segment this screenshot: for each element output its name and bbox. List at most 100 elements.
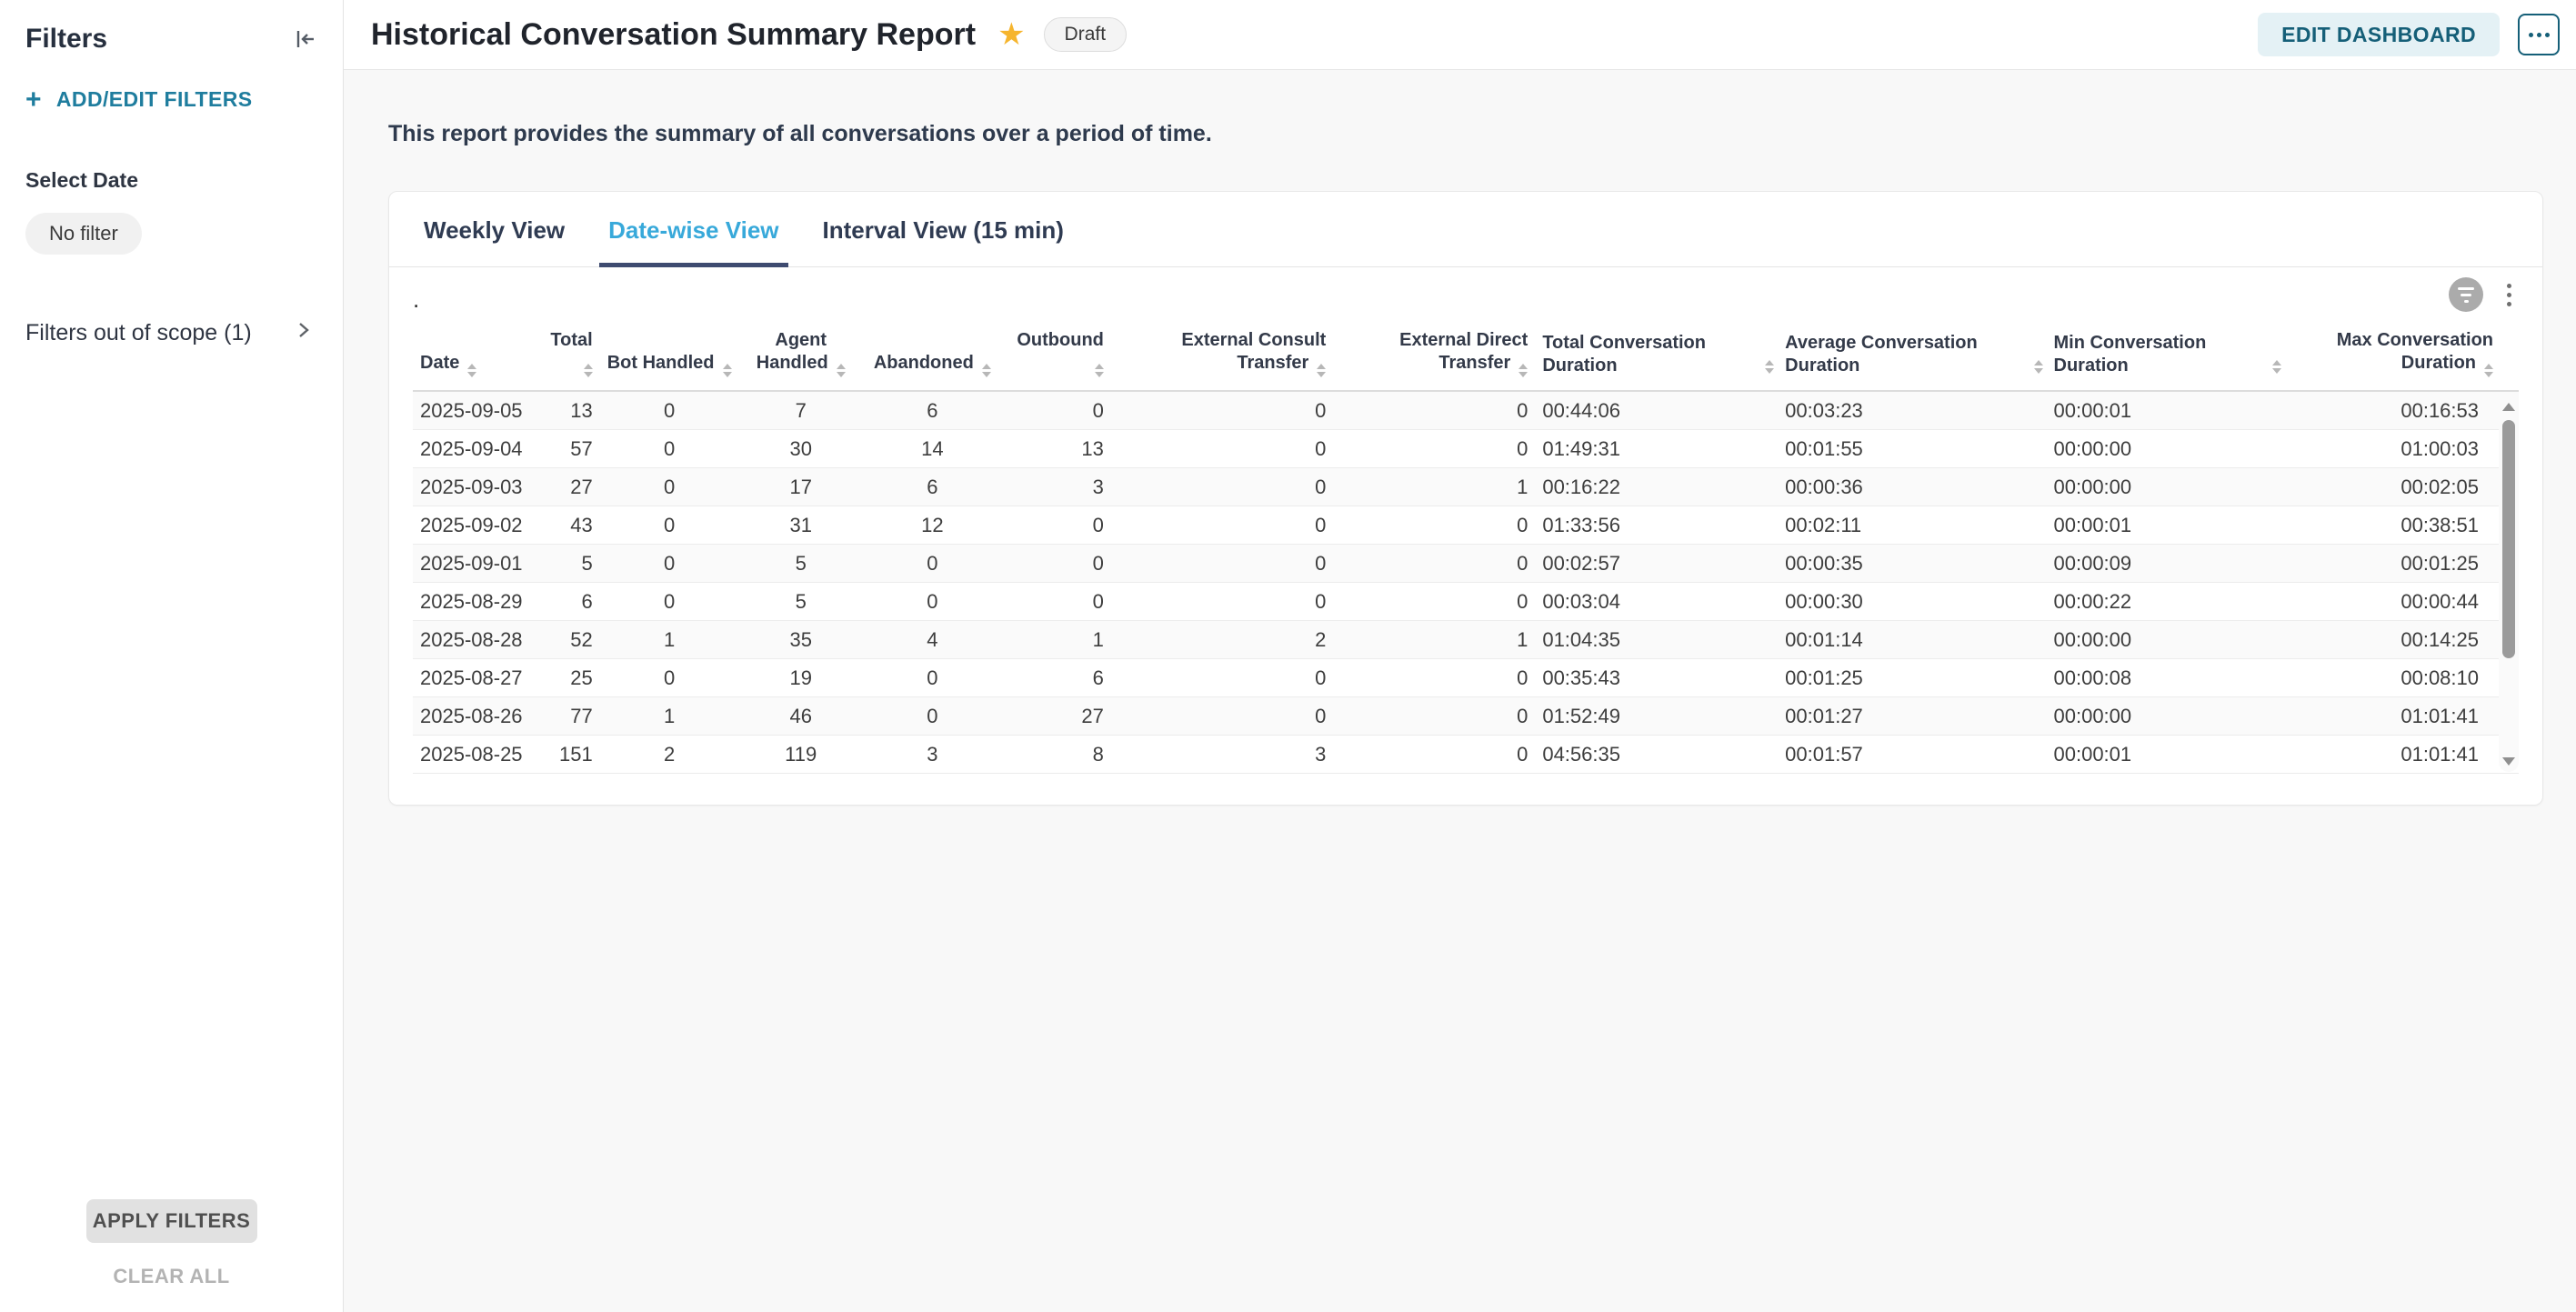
table-cell: 0 <box>1111 583 1333 621</box>
sort-icon[interactable] <box>584 364 593 377</box>
filters-out-of-scope-row[interactable]: Filters out of scope (1) <box>25 318 317 348</box>
table-cell: 0 <box>863 583 1002 621</box>
sort-icon[interactable] <box>467 364 476 377</box>
sidebar-title: Filters <box>25 24 107 55</box>
column-header-total[interactable]: Total <box>543 322 600 391</box>
edit-dashboard-button[interactable]: EDIT DASHBOARD <box>2258 13 2500 56</box>
table-cell: 01:04:35 <box>1535 621 1778 659</box>
table-row: 2025-09-051307600000:44:0600:03:2300:00:… <box>413 391 2519 430</box>
sort-icon[interactable] <box>1095 364 1104 377</box>
column-header-label: Agent Handled <box>757 330 828 373</box>
favorite-star-icon[interactable]: ★ <box>997 19 1025 50</box>
table-cell: 25 <box>543 659 600 697</box>
column-header-external-direct-transfer[interactable]: External Direct Transfer <box>1333 322 1535 391</box>
table-cell: 0 <box>600 583 739 621</box>
table-cell: 00:16:53 <box>2285 391 2519 430</box>
column-header-average-conversation-duration[interactable]: Average Conversation Duration <box>1778 322 2046 391</box>
table-cell: 46 <box>738 697 862 736</box>
table-cell: 0 <box>1111 506 1333 545</box>
sort-icon[interactable] <box>1765 360 1774 374</box>
table-cell: 00:00:44 <box>2285 583 2519 621</box>
table-cell: 00:00:01 <box>2047 736 2286 774</box>
main-column: Historical Conversation Summary Report ★… <box>344 0 2576 1312</box>
more-options-button[interactable] <box>2518 14 2560 55</box>
stray-dot-text: . <box>413 285 419 314</box>
column-header-total-conversation-duration[interactable]: Total Conversation Duration <box>1535 322 1778 391</box>
table-menu-kebab-icon[interactable] <box>2503 280 2515 310</box>
scroll-down-arrow-icon[interactable] <box>2502 757 2515 766</box>
table-cell: 5 <box>738 583 862 621</box>
sort-icon[interactable] <box>2484 364 2493 377</box>
table-cell: 6 <box>1002 659 1111 697</box>
table-cell: 13 <box>1002 430 1111 468</box>
sort-icon[interactable] <box>2272 360 2281 374</box>
column-header-max-conversation-duration[interactable]: Max Conversation Duration <box>2285 322 2519 391</box>
table-cell: 00:00:01 <box>2047 391 2286 430</box>
table-cell: 2025-09-05 <box>413 391 543 430</box>
table-cell: 00:00:30 <box>1778 583 2046 621</box>
column-header-date[interactable]: Date <box>413 322 543 391</box>
no-filter-chip[interactable]: No filter <box>25 213 142 255</box>
table-cell: 35 <box>738 621 862 659</box>
tab-weekly-view[interactable]: Weekly View <box>415 192 574 267</box>
table-row: 2025-09-0327017630100:16:2200:00:3600:00… <box>413 468 2519 506</box>
vertical-scrollbar[interactable] <box>2499 396 2519 772</box>
table-header-row: Date Total Bot Handled Agent Handled Abandon… <box>413 322 2519 391</box>
sort-icon[interactable] <box>837 364 846 377</box>
column-header-min-conversation-duration[interactable]: Min Conversation Duration <box>2047 322 2286 391</box>
table-cell: 2 <box>1111 621 1333 659</box>
table-row: 2025-08-29605000000:03:0400:00:3000:00:2… <box>413 583 2519 621</box>
column-header-agent-handled[interactable]: Agent Handled <box>738 322 862 391</box>
table-cell: 0 <box>1111 697 1333 736</box>
table-cell: 0 <box>1333 583 1535 621</box>
table-cell: 0 <box>1333 391 1535 430</box>
add-edit-filters-label: ADD/EDIT FILTERS <box>56 87 253 112</box>
tab-interval-view-15-min[interactable]: Interval View (15 min) <box>814 192 1073 267</box>
apply-filters-button[interactable]: APPLY FILTERS <box>86 1199 257 1243</box>
table-cell: 00:00:01 <box>2047 506 2286 545</box>
scroll-up-arrow-icon[interactable] <box>2502 403 2515 411</box>
table-cell: 1 <box>600 697 739 736</box>
column-header-abandoned[interactable]: Abandoned <box>863 322 1002 391</box>
table-cell: 4 <box>863 621 1002 659</box>
column-header-label: Min Conversation Duration <box>2054 333 2207 376</box>
filters-sidebar: Filters + ADD/EDIT FILTERS Select Date N… <box>0 0 344 1312</box>
filters-out-of-scope-label: Filters out of scope (1) <box>25 320 252 346</box>
column-header-label: External Direct Transfer <box>1399 330 1528 373</box>
table-cell: 00:44:06 <box>1535 391 1778 430</box>
table-cell: 1 <box>1333 621 1535 659</box>
tab-date-wise-view[interactable]: Date-wise View <box>599 192 787 267</box>
table-filter-icon[interactable] <box>2449 277 2483 312</box>
table-row: 2025-09-01505000000:02:5700:00:3500:00:0… <box>413 545 2519 583</box>
column-header-outbound[interactable]: Outbound <box>1002 322 1111 391</box>
column-header-bot-handled[interactable]: Bot Handled <box>600 322 739 391</box>
sort-icon[interactable] <box>1317 364 1326 377</box>
column-header-label: Total <box>550 330 592 350</box>
table-cell: 00:14:25 <box>2285 621 2519 659</box>
clear-all-button[interactable]: CLEAR ALL <box>113 1265 229 1288</box>
table-cell: 2025-09-04 <box>413 430 543 468</box>
sort-icon[interactable] <box>723 364 732 377</box>
add-edit-filters-button[interactable]: + ADD/EDIT FILTERS <box>25 87 317 112</box>
sort-icon[interactable] <box>1519 364 1528 377</box>
table-cell: 0 <box>1002 583 1111 621</box>
table-cell: 2025-08-27 <box>413 659 543 697</box>
collapse-sidebar-icon[interactable] <box>294 27 317 51</box>
table-cell: 00:01:27 <box>1778 697 2046 736</box>
table-cell: 2025-08-28 <box>413 621 543 659</box>
table-cell: 00:02:57 <box>1535 545 1778 583</box>
table-cell: 0 <box>600 545 739 583</box>
sort-icon[interactable] <box>2034 360 2043 374</box>
table-cell: 2025-09-03 <box>413 468 543 506</box>
table-cell: 01:49:31 <box>1535 430 1778 468</box>
column-header-external-consult-transfer[interactable]: External Consult Transfer <box>1111 322 1333 391</box>
view-tabs: Weekly View Date-wise View Interval View (… <box>389 192 2542 267</box>
table-cell: 3 <box>1111 736 1333 774</box>
draft-status-badge: Draft <box>1044 17 1128 52</box>
sort-icon[interactable] <box>982 364 991 377</box>
table-cell: 13 <box>543 391 600 430</box>
table-cell: 0 <box>1111 545 1333 583</box>
table-cell: 27 <box>543 468 600 506</box>
table-cell: 0 <box>863 659 1002 697</box>
scrollbar-thumb[interactable] <box>2502 420 2515 658</box>
